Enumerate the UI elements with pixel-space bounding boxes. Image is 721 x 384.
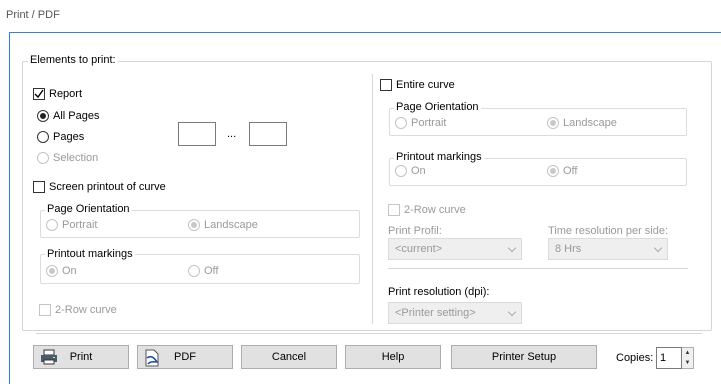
print-resolution-label: Print resolution (dpi):	[388, 286, 490, 298]
print-resolution-value: <Printer setting>	[395, 307, 476, 319]
print-resolution-select[interactable]: <Printer setting>	[388, 302, 522, 324]
screen-markings-on-label: On	[62, 265, 77, 277]
curve-markings-on-label: On	[411, 165, 426, 177]
selection-label: Selection	[53, 152, 99, 164]
pages-radio[interactable]	[37, 131, 49, 143]
copies-value: 1	[660, 352, 667, 364]
entire-curve-checkbox[interactable]	[380, 79, 392, 91]
screen-markings-off-label: Off	[204, 265, 219, 277]
printer-setup-button[interactable]: Printer Setup	[451, 345, 597, 369]
window-title: Print / PDF	[6, 9, 60, 21]
elements-to-print-group	[22, 61, 712, 331]
pdf-file-icon	[144, 349, 160, 370]
right-divider	[388, 268, 688, 269]
screen-markings-on-radio[interactable]	[46, 265, 58, 277]
cancel-button[interactable]: Cancel	[241, 345, 337, 369]
copies-spinner[interactable]: ▲ ▼	[682, 347, 694, 369]
screen-two-row-label: 2-Row curve	[55, 304, 117, 316]
time-resolution-label: Time resolution per side:	[548, 225, 669, 237]
screen-portrait-label: Portrait	[62, 219, 98, 231]
elements-to-print-legend: Elements to print:	[28, 54, 118, 66]
screen-two-row-checkbox[interactable]	[39, 304, 51, 316]
copies-label: Copies:	[616, 352, 654, 364]
selection-radio[interactable]	[37, 152, 49, 164]
print-button-label: Print	[69, 351, 93, 363]
help-button-label: Help	[381, 351, 405, 363]
page-from-input[interactable]	[178, 122, 216, 146]
pdf-button-label: PDF	[174, 351, 196, 363]
report-checkbox[interactable]	[33, 88, 45, 100]
print-profil-value: <current>	[395, 243, 443, 255]
help-button[interactable]: Help	[345, 345, 441, 369]
screen-printout-label: Screen printout of curve	[49, 181, 166, 193]
copies-input[interactable]: 1	[656, 347, 682, 369]
spin-up-icon[interactable]: ▲	[682, 348, 693, 358]
screen-landscape-radio[interactable]	[188, 219, 200, 231]
report-label: Report	[49, 88, 83, 100]
curve-markings-on-radio[interactable]	[395, 165, 407, 177]
chevron-down-icon	[653, 243, 663, 252]
printer-icon	[40, 349, 58, 368]
time-resolution-value: 8 Hrs	[555, 243, 582, 255]
checkmark-icon	[34, 89, 44, 99]
cancel-button-label: Cancel	[271, 351, 307, 363]
screen-markings-legend: Printout markings	[45, 248, 135, 260]
screen-markings-off-radio[interactable]	[188, 265, 200, 277]
screen-portrait-radio[interactable]	[46, 219, 58, 231]
print-profil-label: Print Profil:	[388, 225, 442, 237]
printer-setup-button-label: Printer Setup	[491, 351, 557, 363]
entire-curve-label: Entire curve	[396, 79, 455, 91]
all-pages-radio[interactable]	[37, 110, 49, 122]
bottom-divider	[36, 333, 702, 334]
time-resolution-select[interactable]: 8 Hrs	[548, 238, 668, 260]
curve-markings-legend: Printout markings	[394, 151, 484, 163]
page-to-input[interactable]	[249, 122, 287, 146]
curve-markings-off-radio[interactable]	[547, 165, 559, 177]
print-profil-select[interactable]: <current>	[388, 238, 522, 260]
curve-landscape-label: Landscape	[563, 117, 617, 129]
pdf-button[interactable]: PDF	[137, 345, 233, 369]
chevron-down-icon	[507, 307, 517, 316]
page-range-separator: ...	[227, 128, 237, 140]
spin-down-icon[interactable]: ▼	[682, 358, 693, 368]
curve-two-row-label: 2-Row curve	[404, 204, 466, 216]
screen-landscape-label: Landscape	[204, 219, 258, 231]
curve-markings-off-label: Off	[563, 165, 578, 177]
curve-landscape-radio[interactable]	[547, 117, 559, 129]
pages-label: Pages	[53, 131, 85, 143]
curve-portrait-label: Portrait	[411, 117, 447, 129]
all-pages-label: All Pages	[53, 110, 100, 122]
screen-printout-checkbox[interactable]	[33, 181, 45, 193]
chevron-down-icon	[507, 243, 517, 252]
column-divider	[372, 74, 373, 324]
curve-two-row-checkbox[interactable]	[388, 204, 400, 216]
print-button[interactable]: Print	[33, 345, 129, 369]
curve-portrait-radio[interactable]	[395, 117, 407, 129]
curve-orientation-legend: Page Orientation	[394, 101, 481, 113]
screen-orientation-legend: Page Orientation	[45, 203, 132, 215]
